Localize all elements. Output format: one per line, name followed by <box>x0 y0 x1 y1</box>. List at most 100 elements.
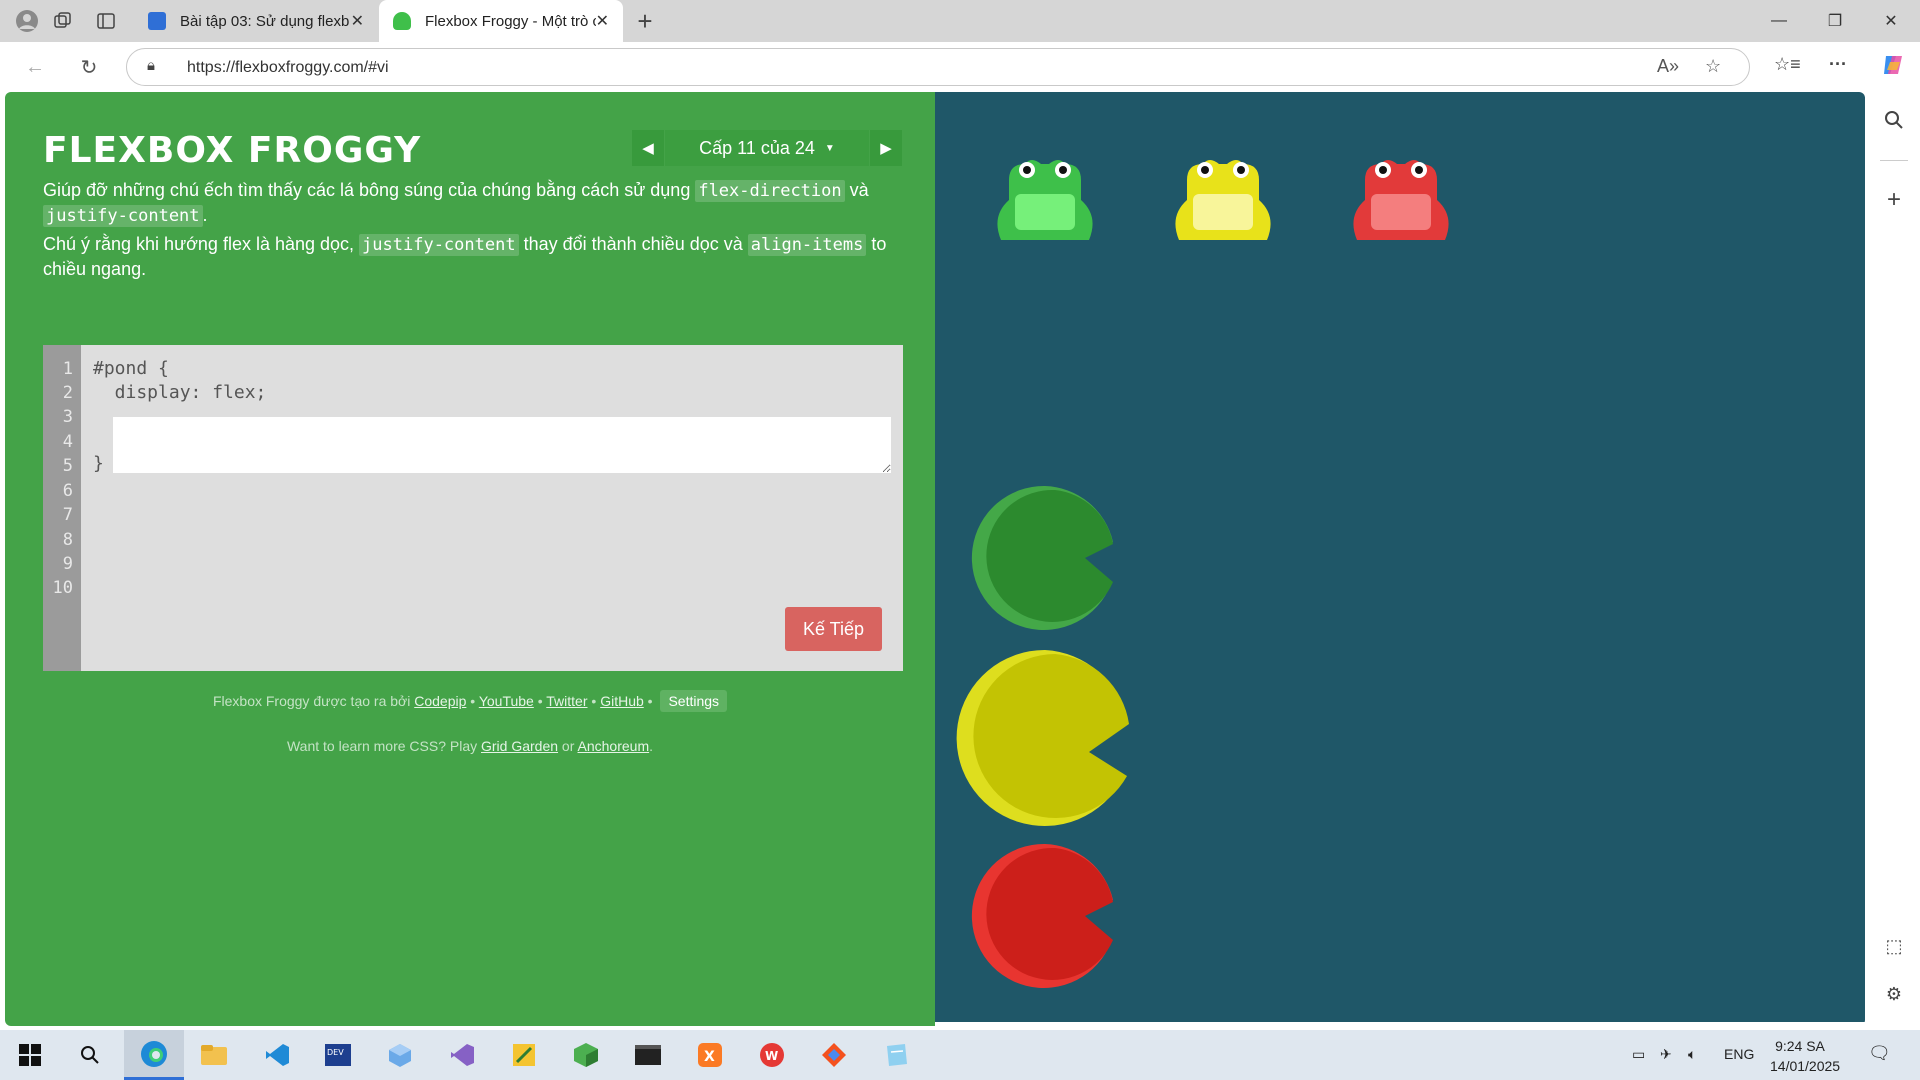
code-flex-direction[interactable]: flex-direction <box>695 180 845 202</box>
volume-icon[interactable]: 🔈︎ <box>1688 1046 1696 1063</box>
more-icon[interactable]: ··· <box>1829 54 1847 75</box>
flexbox-froggy-page: FLEXBOX FROGGY ◀ Cấp 11 của 24 ▼ ▶ Giúp … <box>5 92 1865 1026</box>
clock[interactable]: 9:24 SA 14/01/2025 <box>1770 1036 1841 1076</box>
wps-icon[interactable]: W <box>758 1041 786 1069</box>
line-number: 3 <box>62 407 73 427</box>
lilypad-yellow <box>956 649 1129 826</box>
more-css-note: Want to learn more CSS? Play Grid Garden… <box>5 738 935 754</box>
favorite-icon[interactable]: ☆ <box>1705 56 1721 77</box>
line-number: 2 <box>62 383 73 403</box>
tab-bai-tap[interactable]: Bài tập 03: Sử dụng flexbox ✕ <box>134 0 378 42</box>
read-aloud-icon[interactable]: A» <box>1657 56 1679 77</box>
clock-date: 14/01/2025 <box>1770 1058 1841 1074</box>
url-text[interactable]: https://flexboxfroggy.com/#vi <box>187 59 389 77</box>
svg-text:X: X <box>704 1049 715 1065</box>
anchoreum-link[interactable]: Anchoreum <box>578 738 650 754</box>
css-input[interactable] <box>113 417 891 473</box>
level-indicator[interactable]: Cấp 11 của 24 ▼ <box>665 130 869 166</box>
text: Want to learn more CSS? Play <box>286 738 481 754</box>
search-icon[interactable] <box>1882 108 1906 132</box>
edge-icon[interactable] <box>124 1030 184 1080</box>
tab-flexbox-froggy[interactable]: Flexbox Froggy - Một trò chơi để ✕ <box>379 0 623 42</box>
copilot-icon[interactable] <box>1880 52 1906 83</box>
line-number: 9 <box>62 554 73 574</box>
code-align-items[interactable]: align-items <box>747 234 867 256</box>
tab-actions-icon[interactable] <box>94 9 118 33</box>
lock-icon[interactable]: 🔒︎ <box>147 57 155 74</box>
git-icon[interactable] <box>820 1041 848 1069</box>
settings-button[interactable]: Settings <box>660 690 728 712</box>
app-tool-icon[interactable] <box>510 1041 538 1069</box>
vscode-icon[interactable] <box>263 1041 291 1069</box>
minimize-icon[interactable]: — <box>1751 0 1807 42</box>
text: . <box>649 738 653 754</box>
frog-favicon-icon <box>393 12 411 30</box>
code-line-display: display: flex; <box>93 382 267 403</box>
code-justify-content[interactable]: justify-content <box>43 205 203 227</box>
close-icon[interactable]: ✕ <box>1863 0 1919 42</box>
divider <box>1880 160 1908 161</box>
screenshot-icon[interactable]: ⬚ <box>1882 934 1906 958</box>
line-number: 6 <box>62 481 73 501</box>
document-icon <box>148 12 166 30</box>
browser-tab-bar: Bài tập 03: Sử dụng flexbox ✕ Flexbox Fr… <box>0 0 1920 42</box>
next-level-button[interactable]: ▶ <box>870 130 902 166</box>
lilypad-red <box>971 843 1113 988</box>
windows-start-icon[interactable] <box>16 1041 44 1069</box>
edge-sidebar: + ⬚ ⚙ <box>1868 92 1920 1030</box>
text: or <box>558 738 578 754</box>
xampp-icon[interactable]: X <box>696 1041 724 1069</box>
airplane-mode-icon[interactable]: ✈ <box>1660 1046 1672 1063</box>
sidebar-panel: FLEXBOX FROGGY ◀ Cấp 11 của 24 ▼ ▶ Giúp … <box>5 92 935 1026</box>
github-link[interactable]: GitHub <box>600 693 644 709</box>
language-indicator[interactable]: ENG <box>1724 1046 1754 1062</box>
settings-icon[interactable]: ⚙ <box>1882 982 1906 1006</box>
youtube-link[interactable]: YouTube <box>479 693 534 709</box>
text: . <box>202 205 208 225</box>
lilypad-green <box>971 485 1113 630</box>
restore-icon[interactable]: ❐ <box>1807 0 1863 42</box>
windows-taskbar: DEV X W ▭ ✈ 🔈︎ ENG 9:24 SA 14/01/2025 🗨︎ <box>0 1030 1920 1080</box>
credits-text: Flexbox Froggy được tạo ra bởi <box>212 693 415 709</box>
notification-icon[interactable]: 🗨︎ <box>1868 1043 1891 1064</box>
code-line-close: } <box>93 453 104 474</box>
notepad-icon[interactable] <box>882 1041 910 1069</box>
workspaces-icon[interactable] <box>51 9 75 33</box>
add-icon[interactable]: + <box>1882 186 1906 213</box>
text: Chú ý rằng khi hướng flex là hàng dọc, <box>43 234 360 254</box>
profile-icon[interactable] <box>15 9 39 33</box>
tab-label: Flexbox Froggy - Một trò chơi để <box>425 12 596 30</box>
devc-icon[interactable]: DEV <box>324 1041 352 1069</box>
grid-garden-link[interactable]: Grid Garden <box>481 738 558 754</box>
address-bar[interactable]: 🔒︎ https://flexboxfroggy.com/#vi A» ☆ <box>126 48 1750 86</box>
tab-label: Bài tập 03: Sử dụng flexbox <box>180 12 350 30</box>
instructions-paragraph-1: Giúp đỡ những chú ếch tìm thấy các lá bô… <box>43 178 903 228</box>
line-number: 1 <box>62 359 73 379</box>
back-icon[interactable]: ← <box>22 54 48 80</box>
codepip-link[interactable]: Codepip <box>414 693 466 709</box>
instructions-paragraph-2: Chú ý rằng khi hướng flex là hàng dọc, j… <box>43 232 903 281</box>
previous-level-button[interactable]: ◀ <box>632 130 664 166</box>
text: Giúp đỡ những chú ếch tìm thấy các lá bô… <box>43 180 696 200</box>
line-number: 10 <box>52 578 73 598</box>
separator: • <box>466 693 479 709</box>
close-tab-icon[interactable]: ✕ <box>351 11 364 31</box>
minecraft-icon[interactable] <box>572 1041 600 1069</box>
visual-studio-icon[interactable] <box>448 1041 476 1069</box>
terminal-icon[interactable] <box>634 1041 662 1069</box>
code-justify-content[interactable]: justify-content <box>359 234 519 256</box>
line-gutter: 1 2 3 4 5 6 7 8 9 10 <box>43 345 81 671</box>
file-explorer-icon[interactable] <box>200 1041 228 1069</box>
next-button[interactable]: Kế Tiếp <box>785 607 882 651</box>
line-number: 5 <box>62 456 73 476</box>
favorites-icon[interactable]: ☆≡ <box>1774 54 1801 75</box>
twitter-link[interactable]: Twitter <box>546 693 587 709</box>
app-cube-icon[interactable] <box>386 1041 414 1069</box>
close-tab-icon[interactable]: ✕ <box>596 11 609 31</box>
refresh-icon[interactable]: ↻ <box>76 54 102 80</box>
chevron-down-icon: ▼ <box>824 142 835 154</box>
battery-icon[interactable]: ▭ <box>1632 1046 1645 1063</box>
search-icon[interactable] <box>76 1041 104 1069</box>
logo: FLEXBOX FROGGY <box>43 130 422 171</box>
new-tab-icon[interactable]: + <box>633 6 657 36</box>
